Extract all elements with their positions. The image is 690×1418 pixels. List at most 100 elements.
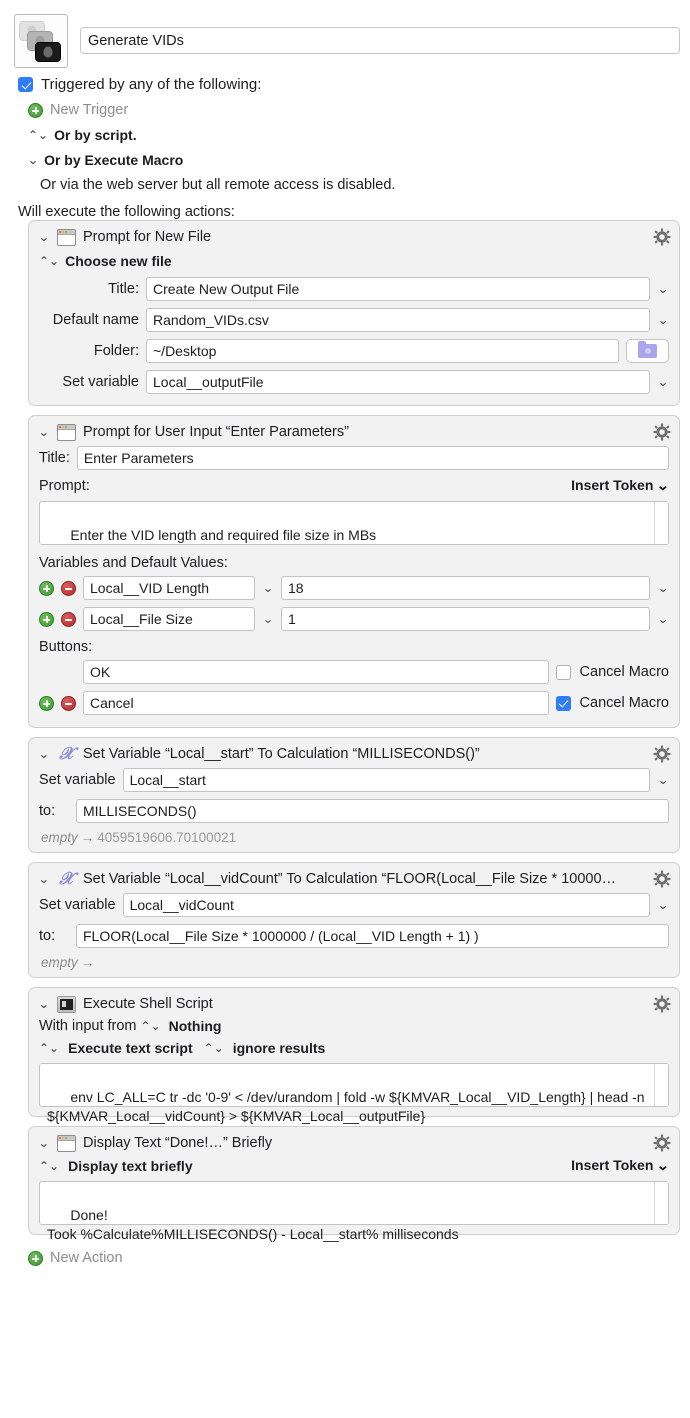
cancel-macro-checkbox[interactable] <box>555 664 571 680</box>
title-input[interactable]: Enter Parameters <box>76 446 669 470</box>
action-header[interactable]: ⌄ Display Text “Done!…” Briefly <box>29 1127 679 1157</box>
variable-dropdown-chevron-icon[interactable]: ⌄ <box>656 899 670 911</box>
action-set-variable-local-vidcount[interactable]: ⌄ 𝒳 Set Variable “Local__vidCount” To Ca… <box>28 862 680 978</box>
chevron-down-icon: ⌄ <box>27 153 39 167</box>
variable-name-input[interactable]: Local__start <box>122 768 650 792</box>
remove-variable-button[interactable] <box>61 580 76 596</box>
action-prompt-for-new-file[interactable]: ⌄ Prompt for New File ⌃⌄ Choose new file… <box>28 220 680 406</box>
new-action-button[interactable]: New Action <box>0 1244 690 1266</box>
choose-new-file-popup[interactable]: ⌃⌄ Choose new file <box>29 253 679 269</box>
gear-icon[interactable] <box>653 423 671 441</box>
folder-picker-button[interactable] <box>626 339 669 363</box>
action-header[interactable]: ⌄ 𝒳 Set Variable “Local__start” To Calcu… <box>29 738 679 768</box>
folder-input[interactable]: ~/Desktop <box>146 339 619 363</box>
variable-name-input[interactable]: Local__File Size <box>83 607 255 631</box>
add-button-button[interactable] <box>39 695 54 711</box>
macro-name-input[interactable]: Generate VIDs <box>80 27 680 54</box>
script-kind-popup[interactable]: Execute text script <box>68 1040 193 1056</box>
gear-icon[interactable] <box>653 745 671 763</box>
or-by-execute-macro-row[interactable]: ⌄ Or by Execute Macro <box>27 152 690 168</box>
macro-stack-icon[interactable] <box>14 14 68 68</box>
input-from-value[interactable]: Nothing <box>169 1018 222 1034</box>
insert-token-button[interactable]: Insert Token ⌄ <box>571 1157 670 1174</box>
action-header[interactable]: ⌄ 𝒳 Set Variable “Local__vidCount” To Ca… <box>29 863 679 893</box>
folder-value: ~/Desktop <box>153 343 217 359</box>
calculation-icon: 𝒳 <box>59 743 74 764</box>
action-prompt-for-user-input[interactable]: ⌄ Prompt for User Input “Enter Parameter… <box>28 415 680 728</box>
plus-circle-icon <box>28 1250 43 1266</box>
display-text-textarea[interactable]: Done! Took %Calculate%MILLISECONDS() - L… <box>39 1181 669 1242</box>
prompt-textarea[interactable]: Enter the VID length and required file s… <box>39 501 669 545</box>
variable-default-input[interactable]: 1 <box>281 607 650 631</box>
folder-label: Folder: <box>93 343 139 359</box>
up-down-chevron-icon: ⌃⌄ <box>203 1041 224 1055</box>
new-trigger-button[interactable]: New Trigger <box>28 102 690 118</box>
trigger-enabled-row[interactable]: Triggered by any of the following: <box>18 76 690 93</box>
default-name-label: Default name <box>52 312 139 328</box>
cancel-macro-checkbox[interactable] <box>555 695 571 711</box>
button-label-input[interactable]: OK <box>83 660 549 684</box>
action-display-text-briefly[interactable]: ⌄ Display Text “Done!…” Briefly ⌃⌄ Displ… <box>28 1126 680 1242</box>
variable-default-dropdown-chevron-icon[interactable]: ⌄ <box>656 582 670 594</box>
button-label-input[interactable]: Cancel <box>83 691 549 715</box>
action-header[interactable]: ⌄ Execute Shell Script <box>29 988 679 1018</box>
action-header[interactable]: ⌄ Prompt for New File <box>29 221 679 251</box>
variable-default-dropdown-chevron-icon[interactable]: ⌄ <box>656 613 670 625</box>
set-variable-input[interactable]: Local__outputFile <box>146 370 650 394</box>
set-variable-label: Set variable <box>39 772 116 788</box>
variable-name-input[interactable]: Local__VID Length <box>83 576 255 600</box>
chevron-down-icon[interactable]: ⌄ <box>38 1137 51 1149</box>
variable-name-value: Local__start <box>129 772 206 788</box>
chevron-down-icon[interactable]: ⌄ <box>38 231 51 243</box>
title-input[interactable]: Create New Output File <box>146 277 650 301</box>
calculation-input[interactable]: FLOOR(Local__File Size * 1000000 / (Loca… <box>76 924 669 948</box>
trigger-section: Triggered by any of the following: New T… <box>0 68 690 220</box>
variable-name-dropdown-chevron-icon[interactable]: ⌄ <box>261 613 275 625</box>
remove-button-button[interactable] <box>61 695 76 711</box>
action-title: Display Text “Done!…” Briefly <box>83 1135 273 1151</box>
terminal-icon <box>57 995 76 1013</box>
new-trigger-label: New Trigger <box>50 102 129 118</box>
window-icon <box>57 423 76 441</box>
gear-icon[interactable] <box>653 1134 671 1152</box>
results-mode-popup[interactable]: ignore results <box>233 1040 326 1056</box>
chevron-down-icon[interactable]: ⌄ <box>38 426 51 438</box>
title-dropdown-chevron-icon[interactable]: ⌄ <box>656 283 670 295</box>
insert-token-button[interactable]: Insert Token ⌄ <box>571 477 670 494</box>
insert-token-label: Insert Token <box>571 477 654 493</box>
add-variable-button[interactable] <box>39 611 54 627</box>
calculation-input[interactable]: MILLISECONDS() <box>76 799 669 823</box>
or-by-script-row[interactable]: ⌃⌄ Or by script. <box>28 127 690 143</box>
chevron-down-icon[interactable]: ⌄ <box>38 748 51 760</box>
add-variable-button[interactable] <box>39 580 54 596</box>
action-list: ⌄ Prompt for New File ⌃⌄ Choose new file… <box>0 220 690 1242</box>
title-field-row: Title: Enter Parameters <box>29 446 679 470</box>
action-title: Prompt for User Input “Enter Parameters” <box>83 424 349 440</box>
gear-icon[interactable] <box>653 995 671 1013</box>
chevron-down-icon[interactable]: ⌄ <box>38 998 51 1010</box>
action-execute-shell-script[interactable]: ⌄ Execute Shell Script With input from ⌃… <box>28 987 680 1124</box>
variable-default-input[interactable]: 18 <box>281 576 650 600</box>
triggered-by-checkbox[interactable] <box>18 77 33 92</box>
set-variable-dropdown-chevron-icon[interactable]: ⌄ <box>656 376 670 388</box>
window-icon <box>57 228 76 246</box>
default-name-dropdown-chevron-icon[interactable]: ⌄ <box>656 314 670 326</box>
with-input-from-label: With input from <box>39 1018 137 1034</box>
to-row: to: MILLISECONDS() <box>29 799 679 823</box>
variable-name-dropdown-chevron-icon[interactable]: ⌄ <box>261 582 275 594</box>
gear-icon[interactable] <box>653 870 671 888</box>
gear-icon[interactable] <box>653 228 671 246</box>
action-set-variable-local-start[interactable]: ⌄ 𝒳 Set Variable “Local__start” To Calcu… <box>28 737 680 853</box>
triggered-by-label: Triggered by any of the following: <box>41 76 262 93</box>
action-header[interactable]: ⌄ Prompt for User Input “Enter Parameter… <box>29 416 679 446</box>
remove-variable-button[interactable] <box>61 611 76 627</box>
variable-name-input[interactable]: Local__vidCount <box>122 893 650 917</box>
set-variable-row: Set variable Local__vidCount ⌄ <box>29 893 679 917</box>
default-name-input[interactable]: Random_VIDs.csv <box>146 308 650 332</box>
variable-dropdown-chevron-icon[interactable]: ⌄ <box>656 774 670 786</box>
choose-new-file-label: Choose new file <box>65 253 172 269</box>
script-textarea[interactable]: env LC_ALL=C tr -dc '0-9' < /dev/urandom… <box>39 1063 669 1124</box>
up-down-chevron-icon: ⌃⌄ <box>39 254 60 268</box>
chevron-down-icon[interactable]: ⌄ <box>38 873 51 885</box>
display-mode-popup[interactable]: Display text briefly <box>68 1158 193 1174</box>
